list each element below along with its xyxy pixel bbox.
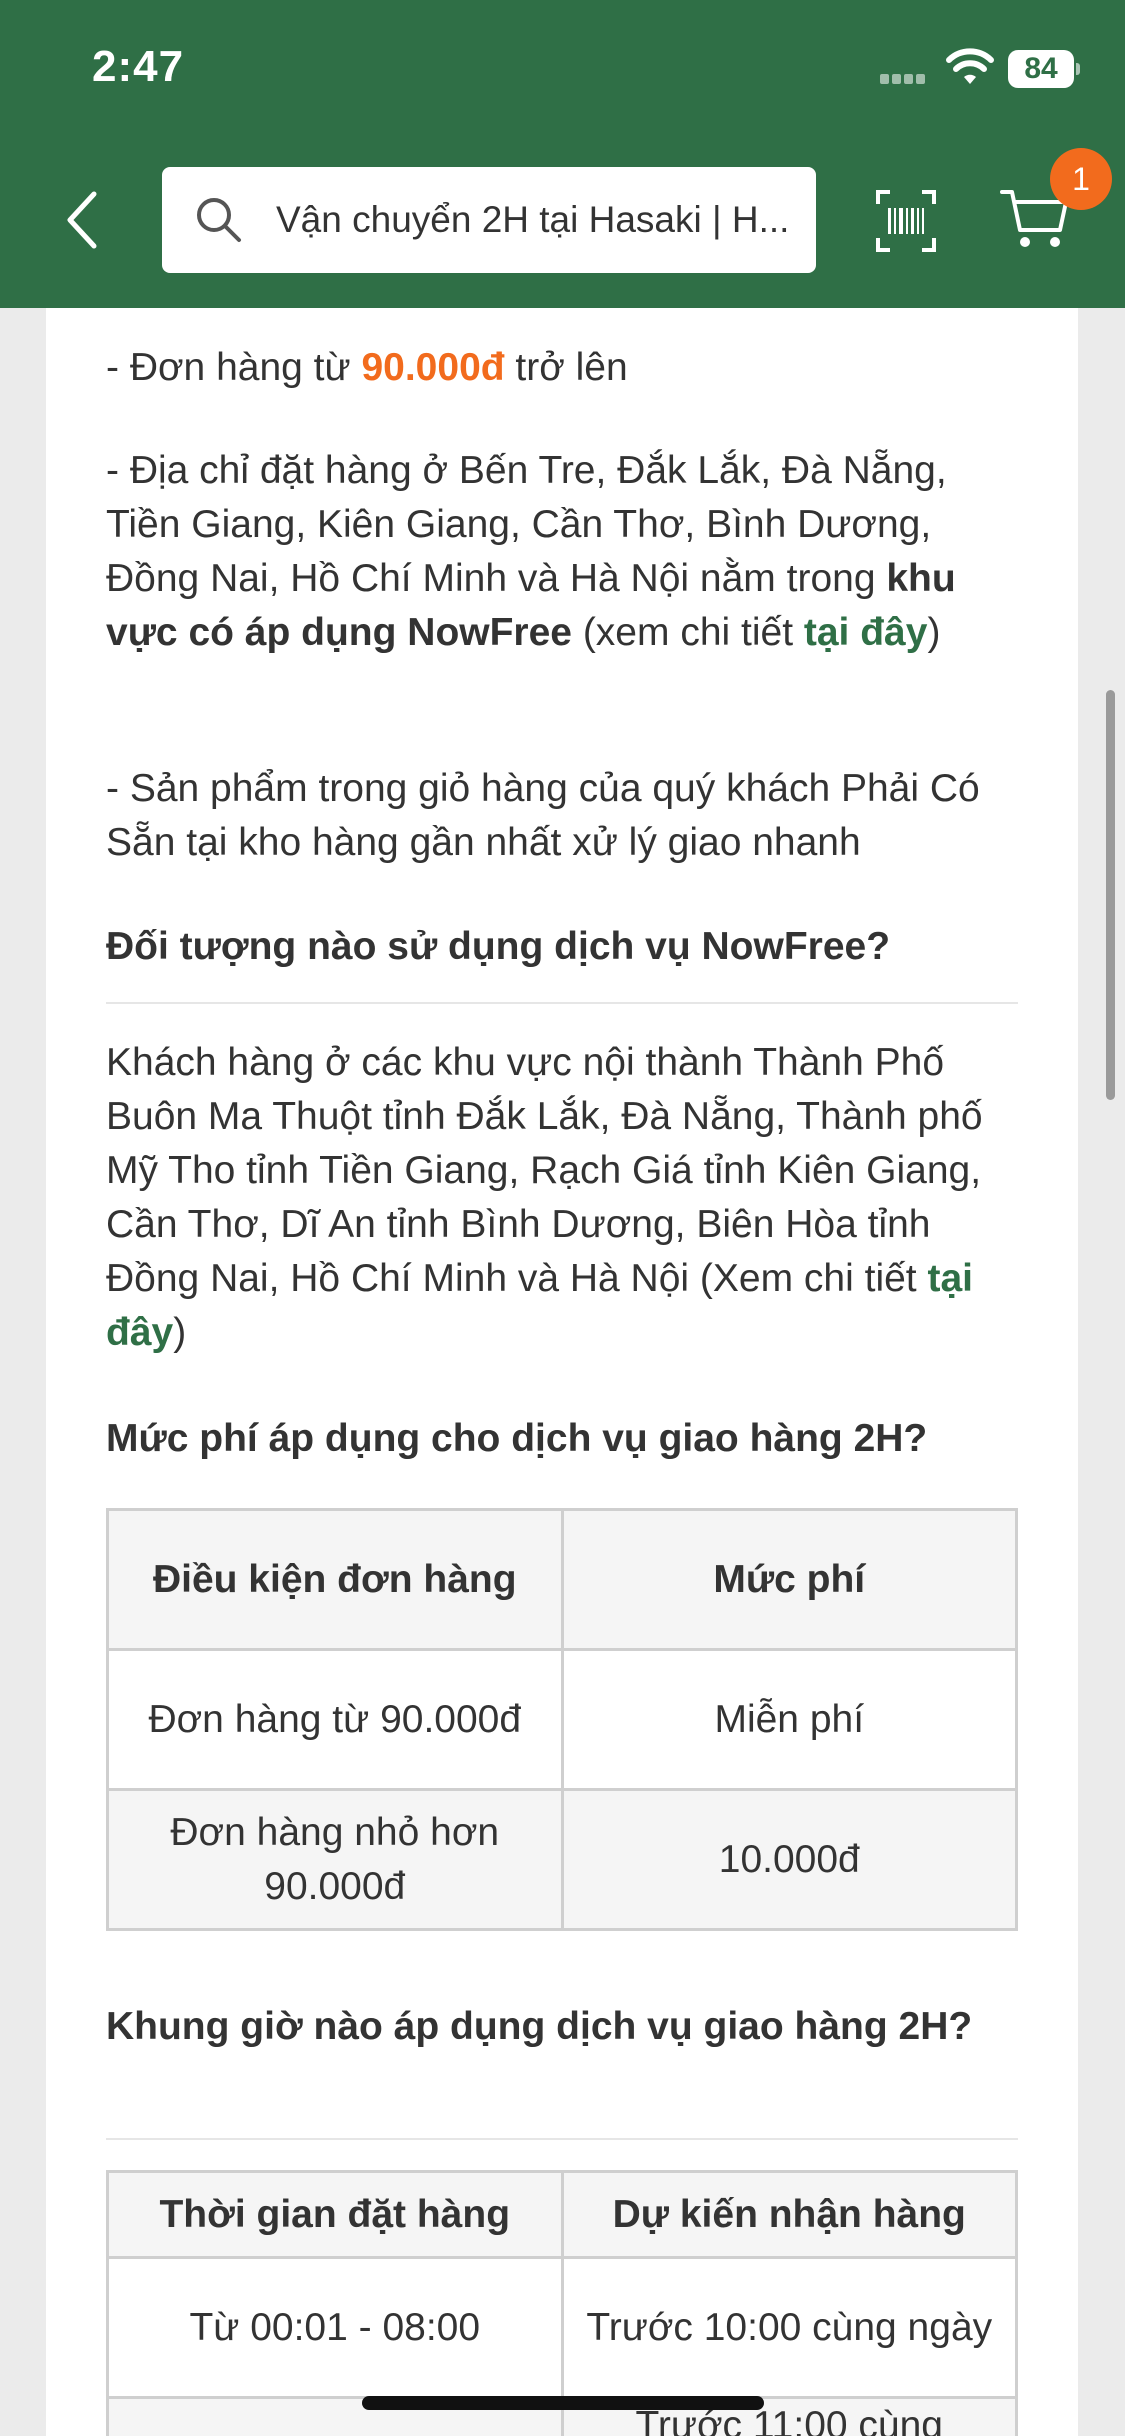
min-order-amount: 90.000đ	[361, 346, 505, 389]
app-header: 2:47 84 Vận chuyển 2H tại Hasaki | H...	[0, 0, 1125, 308]
area-details-link[interactable]: tại đây	[804, 611, 928, 654]
barcode-scan-icon[interactable]	[876, 190, 936, 252]
table-cell: Đơn hàng nhỏ hơn 90.000đ	[106, 1788, 564, 1931]
fee-table: Điều kiện đơn hàng Mức phí Đơn hàng từ 9…	[106, 1508, 1018, 1931]
wifi-icon	[946, 48, 994, 84]
search-icon	[197, 198, 241, 242]
table-cell: Trước 10:00 cùng ngày	[560, 2256, 1018, 2399]
table-row: Từ 00:01 - 08:00 Trước 10:00 cùng ngày	[106, 2256, 1018, 2399]
battery-icon: 84	[1008, 50, 1080, 88]
table-header-cell: Điều kiện đơn hàng	[106, 1508, 564, 1651]
search-input[interactable]: Vận chuyển 2H tại Hasaki | H...	[162, 167, 816, 273]
table-header-cell: Thời gian đặt hàng	[106, 2170, 564, 2259]
table-header-cell: Dự kiến nhận hàng	[560, 2170, 1018, 2259]
back-arrow-icon[interactable]	[60, 188, 104, 252]
table-header-row: Điều kiện đơn hàng Mức phí	[106, 1508, 1018, 1651]
heading-nowfree-users: Đối tượng nào sử dụng dịch vụ NowFree?	[106, 925, 891, 968]
content-card: - Đơn hàng từ 90.000đ trở lên - Địa chỉ …	[46, 308, 1078, 2436]
condition-min-order: - Đơn hàng từ 90.000đ trở lên	[106, 346, 628, 389]
table-row: Đơn hàng từ 90.000đ Miễn phí	[106, 1648, 1018, 1791]
divider	[106, 2138, 1018, 2140]
table-header-row: Thời gian đặt hàng Dự kiến nhận hàng	[106, 2170, 1018, 2259]
table-cell: 10.000đ	[560, 1788, 1018, 1931]
scrollbar[interactable]	[1106, 690, 1115, 1100]
heading-fee: Mức phí áp dụng cho dịch vụ giao hàng 2H…	[106, 1417, 928, 1460]
battery-level: 84	[1008, 50, 1074, 88]
cellular-signal-icon	[880, 70, 936, 84]
status-time: 2:47	[92, 42, 185, 91]
cart-count-badge: 1	[1050, 148, 1112, 210]
divider	[106, 1002, 1018, 1004]
heading-time-slots: Khung giờ nào áp dụng dịch vụ giao hàng …	[106, 2005, 973, 2048]
table-cell: Miễn phí	[560, 1648, 1018, 1791]
search-text: Vận chuyển 2H tại Hasaki | H...	[276, 199, 790, 240]
condition-address: - Địa chỉ đặt hàng ở Bến Tre, Đắk Lắk, Đ…	[106, 449, 956, 654]
table-row: Đơn hàng nhỏ hơn 90.000đ 10.000đ	[106, 1788, 1018, 1931]
table-cell: Từ 00:01 - 08:00	[106, 2256, 564, 2399]
table-header-cell: Mức phí	[560, 1508, 1018, 1651]
condition-stock: - Sản phẩm trong giỏ hàng của quý khách …	[106, 767, 980, 864]
home-indicator[interactable]	[362, 2396, 764, 2410]
table-cell: Đơn hàng từ 90.000đ	[106, 1648, 564, 1791]
nowfree-users-paragraph: Khách hàng ở các khu vực nội thành Thành…	[106, 1041, 983, 1354]
